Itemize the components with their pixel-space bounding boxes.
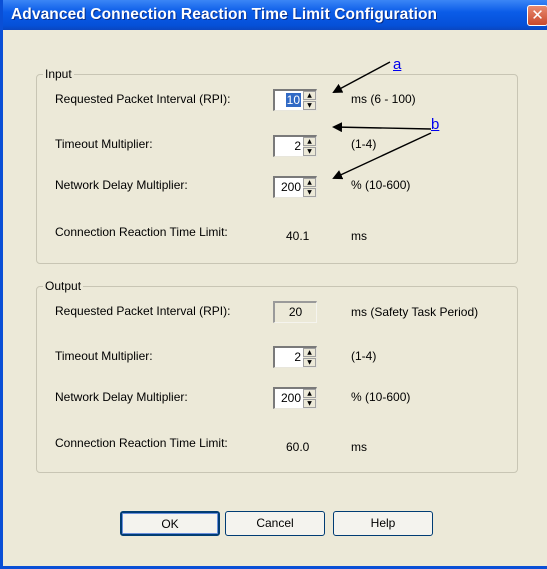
- arrow-b-1: [332, 122, 432, 133]
- arrow-b-2: [332, 132, 432, 180]
- callout-arrows: [332, 61, 432, 180]
- arrow-a: [332, 61, 391, 93]
